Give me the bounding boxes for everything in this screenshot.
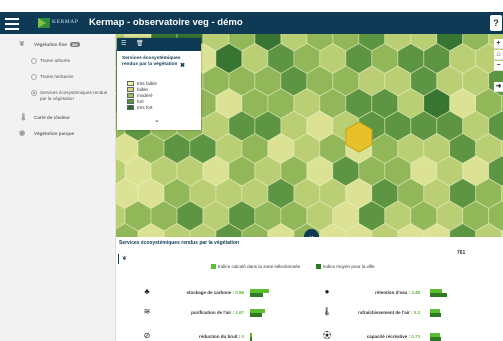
metric-row: 🌡︎ rafraîchissement de l'air : 0.3 (116, 307, 503, 319)
metric-label: rétention d'eau : 3.48 (375, 290, 420, 295)
city-bar (430, 293, 447, 297)
radio-button[interactable] (31, 74, 37, 80)
metric-label: capacité récréative : 0.73 (366, 334, 420, 339)
metric-value: 3.48 (411, 290, 420, 295)
thermometer-icon: 🌡︎ (19, 114, 28, 121)
metric-row: ⚽︎ capacité récréative : 0.73 (116, 331, 503, 341)
legend-swatch (127, 105, 134, 110)
sidebar-subitem-label: Trame arborée (40, 58, 71, 63)
leaf-icon: ❦ (118, 254, 128, 264)
city-bar (430, 337, 441, 341)
metric-value: 0.3 (413, 310, 420, 315)
metric-label: rafraîchissement de l'air : 0.3 (358, 310, 420, 315)
arrow-button[interactable]: ➜ (494, 82, 503, 92)
sidebar-item-label: Végétation fine (34, 42, 67, 47)
close-icon[interactable]: ✖ (180, 62, 185, 69)
metric-row: ● rétention d'eau : 3.48 (116, 287, 503, 299)
chevron-down-icon[interactable]: ⌄ (154, 117, 162, 124)
legend-swatch (316, 264, 321, 269)
sidebar-subitem-label: Trame herbacée (40, 74, 74, 79)
city-bar (430, 313, 441, 317)
legend-panel: ☰ 🗑︎ Services écosystémiques rendus par … (117, 38, 201, 130)
trash-icon[interactable]: 🗑︎ (136, 40, 144, 47)
legend-swatch (127, 81, 134, 86)
water-drop-icon: ● (324, 287, 330, 296)
hexagon-count: 761 (457, 250, 466, 256)
sidebar-item-label: Végétation parque (34, 131, 75, 136)
radio-button-selected[interactable] (31, 90, 37, 96)
legend-swatch (127, 99, 134, 104)
eye-icon: ◉ (19, 130, 26, 137)
kermap-logo-icon (38, 18, 50, 28)
football-icon: ⚽︎ (323, 331, 331, 340)
menu-icon[interactable] (5, 15, 19, 31)
metric-value: 0.73 (411, 334, 420, 339)
count-badge: 3/8 (69, 42, 80, 47)
legend-swatch (127, 87, 134, 92)
app-title: Kermap - observatoire veg - démo (89, 17, 243, 28)
stats-panel: Services écosystémiques rendus par la vé… (116, 237, 503, 341)
radio-button[interactable] (31, 58, 37, 64)
logo-text: KERMAP (52, 19, 79, 25)
leaf-icon: ❦ (19, 41, 25, 48)
list-icon[interactable]: ☰ (121, 40, 126, 47)
zoom-out-button[interactable]: − (494, 61, 503, 71)
thermometer-icon: 🌡︎ (322, 307, 333, 316)
legend-swatch (127, 93, 134, 98)
home-button[interactable]: ⌂ (494, 50, 503, 60)
sidebar: ❦ Végétation fine 3/8 Trame arborée Trame… (0, 34, 116, 341)
legend-swatch (211, 264, 216, 269)
top-bar: KERMAP Kermap - observatoire veg - démo … (0, 12, 503, 34)
panel-title: Services écosystémiques rendus par la vé… (119, 240, 240, 246)
zoom-in-button[interactable]: + (494, 39, 503, 49)
sidebar-subitem-label: Services écosystémiques rendus par la vé… (40, 90, 108, 101)
legend-toolbar: ☰ 🗑︎ (117, 38, 201, 51)
sidebar-item-label: Carte de chaleur (34, 115, 70, 120)
help-button[interactable]: ? (490, 15, 502, 31)
